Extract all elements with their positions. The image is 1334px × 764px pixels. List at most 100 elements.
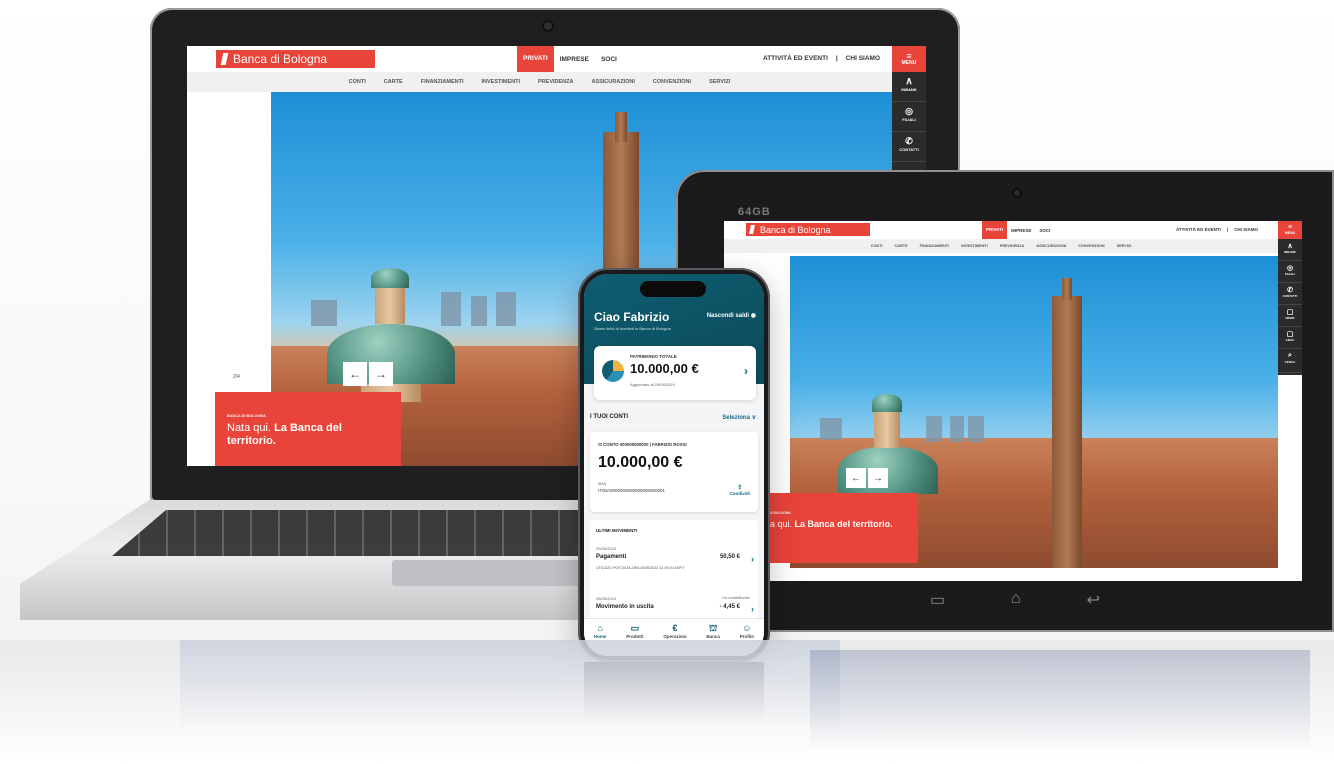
- side-filiali-label: FILIALI: [902, 117, 916, 122]
- nav-attivita[interactable]: ATTIVITÀ ED EVENTI: [763, 55, 828, 62]
- movement-1-name[interactable]: Pagamenti: [596, 554, 626, 560]
- nav-imprese[interactable]: IMPRESE: [554, 56, 595, 63]
- tablet-search-icon: ⌕: [1288, 352, 1292, 359]
- tablet-side-news[interactable]: ▢ NEWS: [1278, 305, 1302, 327]
- tablet-arrow-right-icon[interactable]: →: [868, 468, 888, 488]
- share-label: Condividi: [729, 491, 751, 496]
- tablet-side-news-label: NEWS: [1285, 316, 1295, 320]
- promo-box: BANCA DI BOLOGNA Nata qui. La Banca del …: [215, 392, 401, 466]
- subnav-servizi[interactable]: SERVIZI: [709, 79, 730, 85]
- tablet-nav-soci[interactable]: SOCI: [1035, 228, 1054, 233]
- home-icon[interactable]: ⌂: [1011, 590, 1021, 610]
- subnav-conti[interactable]: CONTI: [349, 79, 366, 85]
- tablet-nav-imprese[interactable]: IMPRESE: [1007, 228, 1035, 233]
- tab-operazioni-label: Operazioni: [663, 634, 687, 639]
- tablet-right-nav: ATTIVITÀ ED EVENTI | CHI SIAMO: [1176, 227, 1258, 232]
- pie-chart-icon: [602, 360, 624, 382]
- tablet-subnav-servizi[interactable]: SERVIZI: [1117, 244, 1132, 248]
- tab-home-label: Home: [593, 634, 607, 639]
- subnav-assicurazioni[interactable]: ASSICURAZIONI: [591, 79, 634, 85]
- back-icon[interactable]: ↩: [1087, 590, 1100, 610]
- menu-button[interactable]: ≡ MENU: [892, 46, 926, 72]
- tablet-nav-attivita[interactable]: ATTIVITÀ ED EVENTI: [1176, 227, 1221, 232]
- arrow-right-icon[interactable]: →: [369, 362, 393, 386]
- account-line: ⛫ CONTO 000000000000 | FABRIZIO ROSSI: [598, 442, 687, 449]
- tablet-promo-kicker: BANCA DI BOLOGNA: [756, 511, 791, 515]
- movement-2-name[interactable]: Movimento in uscita: [596, 604, 654, 610]
- wallet-icon: ▭: [630, 623, 640, 633]
- tablet-promo-box: BANCA DI BOLOGNA Nata qui. La Banca del …: [746, 493, 918, 563]
- tablet-header: Banca di Bologna PRIVATI IMPRESE SOCI AT…: [724, 221, 1302, 239]
- accounts-title: I TUOI CONTI: [590, 414, 628, 420]
- side-contatti[interactable]: ✆ CONTATTI: [892, 132, 926, 162]
- movement-1-chevron-icon[interactable]: ›: [751, 554, 754, 564]
- tablet-subnav-conti[interactable]: CONTI: [871, 244, 883, 248]
- tablet-capacity: 64GB: [738, 206, 771, 218]
- promo-text-light: Nata qui.: [227, 422, 272, 434]
- hide-balance-label: Nascondi saldi: [706, 313, 750, 319]
- patrimonio-card[interactable]: PATRIMONIO TOTALE 10.000,00 € Aggiornato…: [594, 346, 756, 400]
- promo-kicker: BANCA DI BOLOGNA: [227, 414, 266, 418]
- movement-2-date: 28/05/2024: [596, 596, 617, 601]
- welcome-text: Siamo felici di rivederti in Banca di Bo…: [594, 326, 671, 331]
- tablet-nav-separator: |: [1226, 227, 1229, 232]
- recent-apps-icon[interactable]: ▭: [930, 590, 945, 610]
- brand-name: Banca di Bologna: [233, 52, 328, 66]
- tablet-side-abac[interactable]: ▢ ABAC: [1278, 327, 1302, 349]
- tablet-subnav-carte[interactable]: CARTE: [895, 244, 908, 248]
- subnav-convenzioni[interactable]: CONVENZIONI: [653, 79, 691, 85]
- tablet-abac-icon: ▢: [1286, 331, 1294, 338]
- location-icon: ◎: [905, 106, 913, 116]
- tablet-subnav-previdenza[interactable]: PREVIDENZA: [1000, 244, 1024, 248]
- account-balance: 10.000,00 €: [598, 454, 683, 471]
- side-inbank[interactable]: ∧ INBANK: [892, 72, 926, 102]
- subnav-finanziamenti[interactable]: FINANZIAMENTI: [421, 79, 464, 85]
- tablet-subnav-investimenti[interactable]: INVESTIMENTI: [961, 244, 988, 248]
- patrimonio-updated: Aggiornato al 29/05/2024: [630, 382, 675, 387]
- select-account[interactable]: Seleziona ∨: [722, 414, 756, 421]
- nav-privati[interactable]: PRIVATI: [517, 46, 554, 72]
- accounts-header: I TUOI CONTI Seleziona ∨: [584, 414, 764, 421]
- tablet-top-nav: PRIVATI IMPRESE SOCI: [982, 221, 1054, 239]
- nav-chi-siamo[interactable]: CHI SIAMO: [846, 55, 880, 62]
- tablet-nav-chi-siamo[interactable]: CHI SIAMO: [1234, 227, 1258, 232]
- side-filiali[interactable]: ◎ FILIALI: [892, 102, 926, 132]
- arrow-left-icon[interactable]: ←: [343, 362, 367, 386]
- bank-tab-icon: ⛫: [709, 623, 718, 633]
- tablet-side-filiali[interactable]: ◎ FILIALI: [1278, 261, 1302, 283]
- brand-logo[interactable]: Banca di Bologna: [216, 50, 375, 68]
- euro-icon: €: [672, 623, 678, 633]
- menu-label: MENU: [901, 60, 917, 66]
- tablet-side-menu: ≡ MENU ∧ INBANK ◎ FILIALI ✆ CONTATTI ▢ NEWS …: [1278, 221, 1302, 375]
- home-tab-icon: ⌂: [597, 623, 603, 633]
- tablet-brand-name: Banca di Bologna: [760, 224, 831, 235]
- movement-2-amount: - 4,45 €: [719, 604, 740, 610]
- tablet-side-inbank-label: INBANK: [1284, 250, 1296, 254]
- nav-soci[interactable]: SOCI: [595, 56, 623, 63]
- tablet-subnav-finanziamenti[interactable]: FINANZIAMENTI: [920, 244, 950, 248]
- tablet-side-inbank[interactable]: ∧ INBANK: [1278, 239, 1302, 261]
- movement-2-chevron-icon[interactable]: ›: [751, 604, 754, 614]
- hide-balance-toggle[interactable]: Nascondi saldi ◉: [707, 312, 756, 319]
- greeting: Ciao Fabrizio: [594, 310, 670, 324]
- right-nav: ATTIVITÀ ED EVENTI | CHI SIAMO: [763, 55, 880, 62]
- account-card[interactable]: ⛫ CONTO 000000000000 | FABRIZIO ROSSI 10…: [590, 432, 758, 512]
- subnav-investimenti[interactable]: INVESTIMENTI: [482, 79, 521, 85]
- chevron-right-icon: ›: [744, 364, 748, 378]
- iban-label: IBAN: [598, 482, 607, 486]
- tablet-menu-button[interactable]: ≡ MENU: [1278, 221, 1302, 239]
- eye-icon: ◉: [750, 313, 756, 319]
- tablet-arrow-up-icon: ∧: [1287, 243, 1293, 250]
- hamburger-icon: ≡: [906, 51, 912, 61]
- tablet-side-cerca[interactable]: ⌕ CERCA: [1278, 349, 1302, 373]
- tablet-subnav-assicurazioni[interactable]: ASSICURAZIONI: [1036, 244, 1066, 248]
- tablet-subnav-convenzioni[interactable]: CONVENZIONI: [1078, 244, 1104, 248]
- share-button[interactable]: ⇪ Condividi: [730, 484, 751, 496]
- tablet-side-contatti[interactable]: ✆ CONTATTI: [1278, 283, 1302, 305]
- subnav-carte[interactable]: CARTE: [384, 79, 403, 85]
- iban-value: IT00A0000000000000000000001: [598, 488, 666, 493]
- tablet-nav-privati[interactable]: PRIVATI: [982, 221, 1008, 239]
- tablet-arrow-left-icon[interactable]: ←: [846, 468, 866, 488]
- subnav-previdenza[interactable]: PREVIDENZA: [538, 79, 573, 85]
- tablet-brand-logo[interactable]: Banca di Bologna: [746, 223, 870, 236]
